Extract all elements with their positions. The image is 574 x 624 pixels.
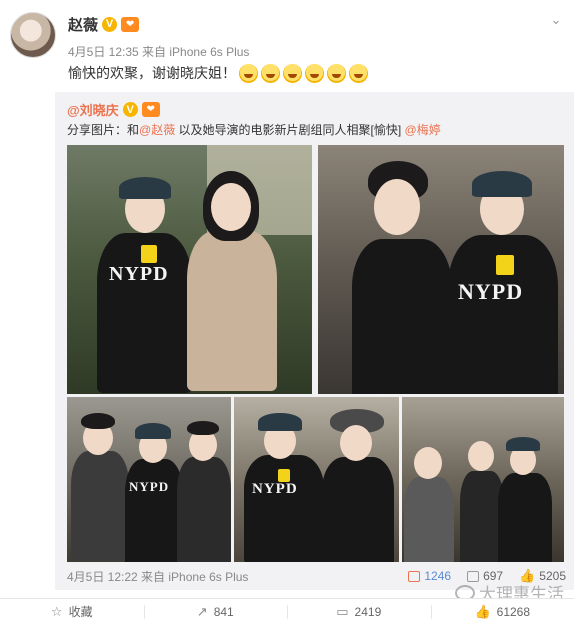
chevron-down-icon[interactable]: ⌄ xyxy=(548,12,564,28)
author-header: 赵薇 V ❤ xyxy=(68,14,140,35)
repost-count: 841 xyxy=(213,604,234,619)
photo-thumbnail-1[interactable]: NYPD xyxy=(67,145,312,394)
share-icon: ↗ xyxy=(196,603,208,619)
member-badge-icon: ❤ xyxy=(141,102,160,117)
thumbs-up-icon: 👍 xyxy=(474,603,491,619)
grin-emoji-icon xyxy=(349,63,368,83)
post-text: 愉快的欢聚，谢谢晓庆姐！ xyxy=(68,63,368,83)
member-badge-icon: ❤ xyxy=(121,16,140,32)
weibo-post-card: 赵薇 V ❤ ⌄ 4月5日 12:35 来自 iPhone 6s Plus 愉快… xyxy=(0,0,574,624)
action-bar: ☆ 收藏 ↗ 841 ▭ 2419 👍 61268 xyxy=(0,598,574,624)
repost-button[interactable]: ↗ 841 xyxy=(143,599,288,624)
mention-link[interactable]: @赵薇 xyxy=(139,123,175,137)
repost-header: @刘晓庆 V ❤ xyxy=(67,100,160,119)
comment-count: 2419 xyxy=(354,604,382,619)
repost-text: 分享图片：和@赵薇 以及她导演的电影新片剧组同人相聚[愉快] @梅婷 xyxy=(67,121,441,138)
forward-count-label: 1246 xyxy=(424,569,452,583)
grin-emoji-icon xyxy=(305,63,324,83)
repost-text-middle: 以及她导演的电影新片剧组同人相聚[愉快] xyxy=(175,123,405,137)
verified-icon: V xyxy=(122,102,138,117)
repost-forward-count[interactable]: 1246 xyxy=(408,569,451,583)
post-meta: 4月5日 12:35 来自 iPhone 6s Plus xyxy=(68,45,250,59)
photo-thumbnail-4[interactable]: NYPD xyxy=(234,397,399,562)
mention-link[interactable]: @梅婷 xyxy=(405,123,441,137)
star-icon: ☆ xyxy=(50,603,63,619)
shirt-print: NYPD xyxy=(252,481,298,497)
shirt-print: NYPD xyxy=(109,263,169,285)
grin-emoji-icon xyxy=(327,63,346,83)
favorite-label: 收藏 xyxy=(68,605,93,619)
like-count: 61268 xyxy=(496,604,531,619)
repost-meta: 4月5日 12:22 来自 iPhone 6s Plus xyxy=(67,570,249,584)
shirt-print: NYPD xyxy=(129,479,170,494)
comment-button[interactable]: ▭ 2419 xyxy=(287,599,431,624)
comment-icon: ▭ xyxy=(336,603,349,619)
laughing-cry-emoji-icon xyxy=(261,63,280,83)
photo-thumbnail-3[interactable]: NYPD xyxy=(67,397,231,562)
laughing-cry-emoji-icon xyxy=(239,63,258,83)
verified-icon: V xyxy=(102,16,118,32)
favorite-button[interactable]: ☆ 收藏 xyxy=(0,599,144,624)
avatar[interactable] xyxy=(10,12,56,58)
repost-text-prefix: 分享图片：和 xyxy=(67,123,140,137)
repost-box: @刘晓庆 V ❤ 分享图片：和@赵薇 以及她导演的电影新片剧组同人相聚[愉快] … xyxy=(55,92,574,590)
like-button[interactable]: 👍 61268 xyxy=(430,599,574,624)
photo-thumbnail-2[interactable]: NYPD xyxy=(318,145,564,394)
post-text-body: 愉快的欢聚，谢谢晓庆姐！ xyxy=(68,65,236,81)
laughing-cry-emoji-icon xyxy=(283,63,302,83)
shirt-print: NYPD xyxy=(458,279,524,304)
photo-thumbnail-5[interactable] xyxy=(402,397,564,562)
repost-author-name[interactable]: @刘晓庆 xyxy=(67,100,119,119)
forward-icon xyxy=(408,570,421,582)
author-name[interactable]: 赵薇 xyxy=(68,14,98,35)
